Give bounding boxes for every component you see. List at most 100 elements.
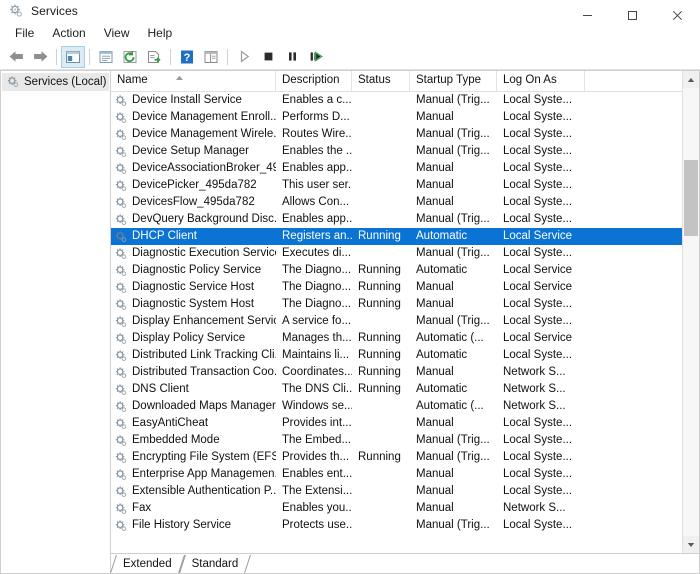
table-row[interactable]: Diagnostic System Host The Diagno... Runni… — [111, 296, 682, 313]
cell-startup-type: Manual — [416, 485, 454, 497]
back-button[interactable] — [4, 46, 28, 68]
cell-log-on-as: Local Syste... — [503, 519, 573, 531]
window-title: Services — [31, 4, 78, 18]
cell-description: Enables the ... — [282, 145, 352, 157]
cell-startup-type: Manual — [416, 179, 454, 191]
cell-status: Running — [358, 230, 401, 242]
view-toggle-button[interactable] — [199, 46, 223, 68]
column-header-log-on-as[interactable]: Log On As — [497, 71, 585, 91]
scroll-up-button[interactable] — [683, 71, 699, 88]
table-row[interactable]: EasyAntiCheat Provides int... Manual Local … — [111, 415, 682, 432]
service-name-label: EasyAntiCheat — [132, 417, 209, 429]
service-name-label: Display Policy Service — [132, 332, 246, 344]
table-row[interactable]: DNS Client The DNS Cli... Running Automatic… — [111, 381, 682, 398]
column-header-status[interactable]: Status — [352, 71, 410, 91]
close-button[interactable] — [655, 0, 700, 30]
vertical-scrollbar[interactable] — [682, 71, 699, 553]
table-row[interactable]: Display Policy Service Manages th... Runni… — [111, 330, 682, 347]
minimize-button[interactable] — [565, 0, 610, 30]
stop-service-button[interactable] — [256, 46, 280, 68]
cell-status: Running — [358, 451, 401, 463]
table-row[interactable]: Device Management Enroll... Performs D...… — [111, 109, 682, 126]
cell-log-on-as: Local Syste... — [503, 451, 573, 463]
table-row[interactable]: DevicePicker_495da782 This user ser... Man… — [111, 177, 682, 194]
table-row[interactable]: Diagnostic Policy Service The Diagno... Ru… — [111, 262, 682, 279]
table-row[interactable]: Extensible Authentication P... The Extens… — [111, 483, 682, 500]
toolbar-separator-4 — [227, 48, 228, 65]
table-row[interactable]: DevQuery Background Disc... Enables app..… — [111, 211, 682, 228]
window-controls — [565, 0, 700, 32]
refresh-button[interactable] — [118, 46, 142, 68]
table-row[interactable]: Distributed Link Tracking Cli... Maintain… — [111, 347, 682, 364]
table-row[interactable]: Enterprise App Managemen... Enables ent..… — [111, 466, 682, 483]
services-list-rows[interactable]: Device Install Service Enables a c... Manu… — [111, 92, 682, 553]
cell-status: Running — [358, 332, 401, 344]
cell-description: Allows Con... — [282, 196, 350, 208]
table-row[interactable]: File History Service Protects use... Manua… — [111, 517, 682, 534]
cell-log-on-as: Local Syste... — [503, 485, 573, 497]
service-gear-icon — [114, 434, 128, 448]
menu-file[interactable]: File — [6, 24, 43, 42]
tree-node-services-local[interactable]: Services (Local) — [2, 73, 109, 91]
table-row[interactable]: Display Enhancement Service A service fo.… — [111, 313, 682, 330]
table-row[interactable]: Distributed Transaction Coo... Coordinate… — [111, 364, 682, 381]
service-gear-icon — [114, 162, 128, 176]
cell-description: This user ser... — [282, 179, 352, 191]
service-gear-icon — [114, 519, 128, 533]
cell-name: DeviceAssociationBroker_49... — [111, 160, 276, 177]
cell-name: Diagnostic Service Host — [111, 279, 276, 296]
scrollbar-track[interactable] — [683, 88, 699, 536]
service-name-label: Diagnostic Execution Service — [132, 247, 276, 259]
pause-service-button[interactable] — [280, 46, 304, 68]
menu-action[interactable]: Action — [43, 24, 94, 42]
help-button[interactable]: ? — [175, 46, 199, 68]
service-name-label: Device Setup Manager — [132, 145, 249, 157]
tab-standard[interactable]: Standard — [182, 555, 249, 573]
maximize-button[interactable] — [610, 0, 655, 30]
properties-button[interactable] — [94, 46, 118, 68]
table-row[interactable]: Embedded Mode The Embed... Manual (Trig...… — [111, 432, 682, 449]
service-name-label: Diagnostic System Host — [132, 298, 255, 310]
cell-log-on-as: Local Syste... — [503, 213, 573, 225]
table-row[interactable]: Fax Enables you... Manual Network S... — [111, 500, 682, 517]
table-row[interactable]: DHCP Client Registers an... Running Automat… — [111, 228, 682, 245]
cell-log-on-as: Local Syste... — [503, 196, 573, 208]
column-header-description[interactable]: Description — [276, 71, 352, 91]
table-row[interactable]: Downloaded Maps Manager Windows se... Auto… — [111, 398, 682, 415]
table-row[interactable]: DeviceAssociationBroker_49... Enables app… — [111, 160, 682, 177]
table-row[interactable]: Device Setup Manager Enables the ... Manua… — [111, 143, 682, 160]
export-list-button[interactable] — [142, 46, 166, 68]
table-row[interactable]: Device Management Wirele... Routes Wire..… — [111, 126, 682, 143]
table-row[interactable]: Diagnostic Execution Service Executes di.… — [111, 245, 682, 262]
table-row[interactable]: DevicesFlow_495da782 Allows Con... Manual L… — [111, 194, 682, 211]
cell-log-on-as: Local Syste... — [503, 128, 573, 140]
cell-status: Running — [358, 281, 401, 293]
cell-name: DHCP Client — [111, 228, 276, 245]
cell-log-on-as: Network S... — [503, 366, 566, 378]
cell-log-on-as: Local Syste... — [503, 315, 573, 327]
service-gear-icon — [114, 400, 128, 414]
table-row[interactable]: Encrypting File System (EFS) Provides th.… — [111, 449, 682, 466]
cell-name: DevicePicker_495da782 — [111, 177, 276, 194]
cell-description: Enables app... — [282, 213, 352, 225]
cell-description: Coordinates... — [282, 366, 352, 378]
cell-name: DevQuery Background Disc... — [111, 211, 276, 228]
menu-help[interactable]: Help — [139, 24, 182, 42]
scrollbar-thumb[interactable] — [684, 160, 698, 236]
table-row[interactable]: Device Install Service Enables a c... Manu… — [111, 92, 682, 109]
table-row[interactable]: Diagnostic Service Host The Diagno... Runn… — [111, 279, 682, 296]
cell-startup-type: Manual — [416, 468, 454, 480]
service-gear-icon — [114, 128, 128, 142]
service-gear-icon — [114, 417, 128, 431]
tab-extended[interactable]: Extended — [113, 555, 182, 573]
forward-button[interactable] — [28, 46, 52, 68]
start-service-button[interactable] — [232, 46, 256, 68]
cell-log-on-as: Local Service — [503, 230, 573, 242]
column-header-name[interactable]: Name — [111, 71, 276, 91]
column-header-startup-type[interactable]: Startup Type — [410, 71, 497, 91]
menu-view[interactable]: View — [95, 24, 139, 42]
scroll-down-button[interactable] — [683, 536, 699, 553]
show-hide-tree-button[interactable] — [61, 45, 85, 68]
restart-service-button[interactable] — [304, 46, 328, 68]
service-gear-icon — [114, 111, 128, 125]
